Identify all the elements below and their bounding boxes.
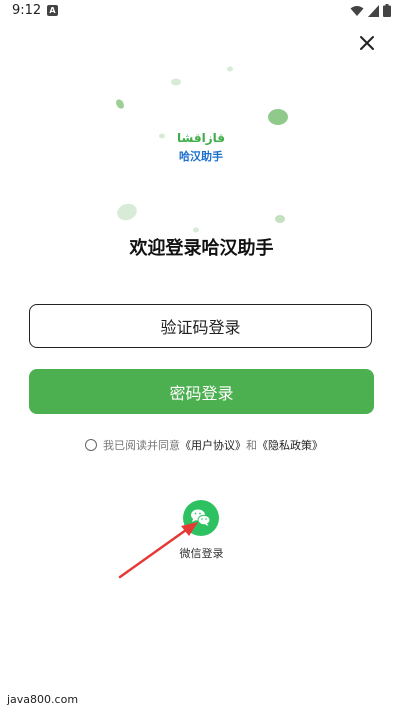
wechat-login-button[interactable] (183, 500, 219, 536)
wechat-login-label: 微信登录 (179, 547, 224, 560)
status-bar: 9:12 A (0, 0, 403, 24)
status-time: 9:12 (12, 3, 42, 18)
agreement-radio[interactable] (85, 439, 97, 451)
logo-area: قازاقشا 哈汉助手 (100, 60, 300, 240)
logo-uyghur-text: قازاقشا (177, 131, 225, 145)
signal-icon (368, 4, 379, 17)
password-login-button[interactable]: 密码登录 (29, 369, 374, 414)
notification-icon: A (47, 5, 58, 16)
sms-login-button[interactable]: 验证码登录 (29, 304, 372, 348)
battery-icon (383, 4, 391, 17)
wifi-icon (350, 5, 364, 16)
close-button[interactable] (352, 28, 382, 58)
user-agreement-link[interactable]: 《用户协议》 (180, 437, 246, 453)
privacy-policy-link[interactable]: 《隐私政策》 (257, 437, 323, 453)
status-icons (350, 4, 391, 17)
agreement-and: 和 (246, 439, 257, 452)
watermark: java800.com (7, 693, 79, 706)
close-icon (360, 36, 374, 50)
agreement-row: 我已阅读并同意 《用户协议》 和 《隐私政策》 (85, 437, 323, 453)
agreement-prefix: 我已阅读并同意 (103, 439, 180, 452)
app-logo: قازاقشا 哈汉助手 (162, 127, 240, 173)
wechat-icon (191, 509, 211, 526)
page-title: 欢迎登录哈汉助手 (129, 238, 274, 259)
logo-chinese-text: 哈汉助手 (179, 150, 223, 163)
